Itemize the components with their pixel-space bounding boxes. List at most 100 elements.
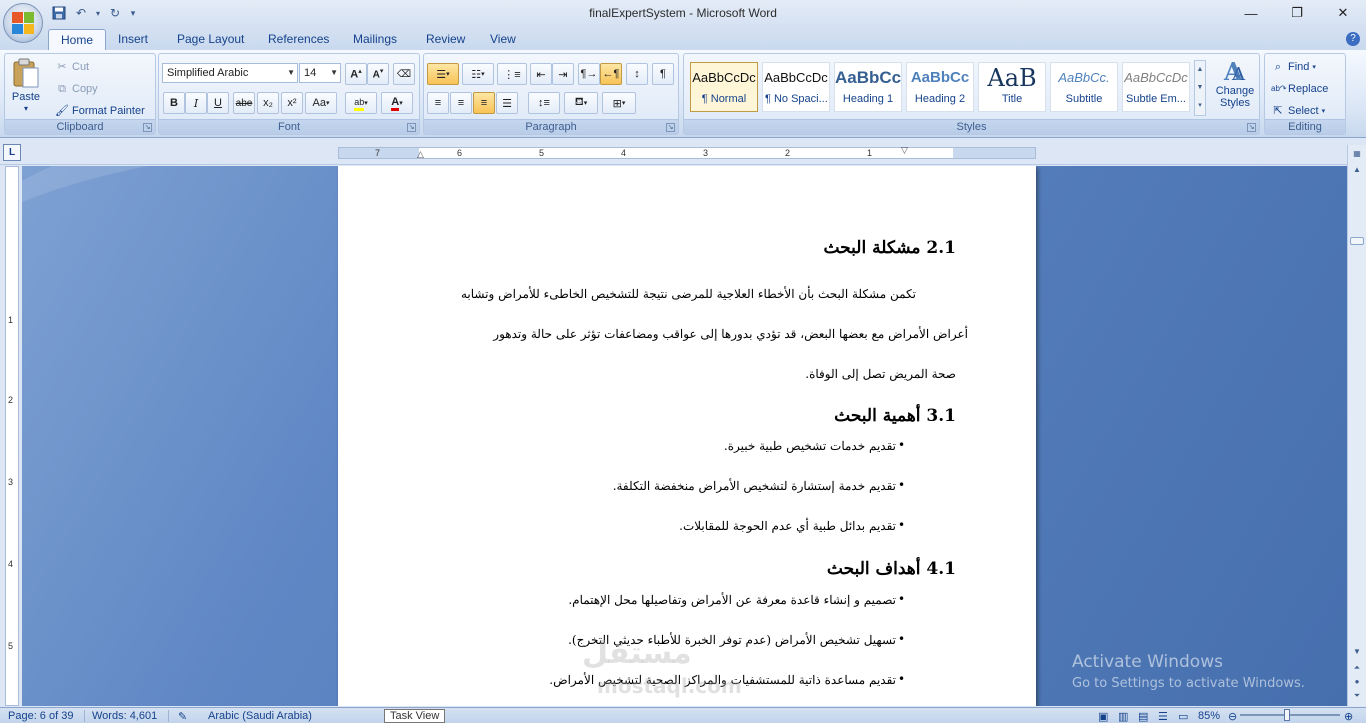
tab-view[interactable]: View (478, 29, 528, 50)
find-button[interactable]: ⌕ Find ▾ (1271, 60, 1316, 74)
cut-button[interactable]: ✂ Cut (55, 60, 89, 74)
bold-button[interactable]: B (163, 92, 185, 114)
list-item[interactable]: تسهيل تشخيص الأمراض (عدم توفر الخبرة للأ… (428, 632, 956, 648)
clear-formatting-button[interactable]: ⌫ (393, 63, 415, 85)
document-page[interactable]: 2.1 مشكلة البحث تكمن مشكلة البحث بأن الأ… (338, 166, 1036, 706)
style-subtle-emphasis[interactable]: AaBbCcDc Subtle Em... (1122, 62, 1190, 112)
clipboard-launcher-icon[interactable]: ↘ (143, 123, 152, 132)
rtl-direction-button[interactable]: ←¶ (600, 63, 622, 85)
paragraph-line[interactable]: صحة المريض تصل إلى الوفاة. (428, 366, 956, 382)
previous-page-icon[interactable]: ⏶ (1350, 661, 1364, 675)
bullets-button[interactable]: ☰ ▾ (427, 63, 459, 85)
close-button[interactable]: ✕ (1320, 0, 1366, 26)
paste-button[interactable]: Paste ▾ (11, 58, 41, 113)
vertical-scrollbar[interactable]: ▦ ▲ ▼ ⏶ ● ⏷ (1347, 145, 1366, 706)
scroll-thumb[interactable] (1350, 237, 1364, 245)
proofing-icon[interactable]: ✎ (178, 710, 187, 723)
select-button[interactable]: ⇱ Select ▾ (1271, 104, 1325, 118)
horizontal-ruler[interactable]: 7 6 5 4 3 2 1 △ ▽ (338, 145, 1036, 160)
style-heading-2[interactable]: AaBbCc Heading 2 (906, 62, 974, 112)
restore-button[interactable]: ❐ (1274, 0, 1320, 26)
subscript-button[interactable]: x₂ (257, 92, 279, 114)
decrease-indent-button[interactable]: ⇤ (530, 63, 552, 85)
style-title[interactable]: AaB Title (978, 62, 1046, 112)
justify-button[interactable]: ☰ (496, 92, 518, 114)
help-icon[interactable]: ? (1346, 32, 1360, 46)
align-left-button[interactable]: ≡ (427, 92, 449, 114)
highlight-button[interactable]: ab ▾ (345, 92, 377, 114)
page-count-status[interactable]: Page: 6 of 39 (8, 710, 73, 722)
outline-view-icon[interactable]: ☰ (1158, 710, 1168, 723)
increase-indent-button[interactable]: ⇥ (552, 63, 574, 85)
style-normal[interactable]: AaBbCcDc ¶ Normal (690, 62, 758, 112)
line-spacing-button[interactable]: ↕≡ (528, 92, 560, 114)
heading-research-importance[interactable]: 3.1 أهمية البحث (428, 406, 956, 426)
zoom-slider[interactable] (1240, 714, 1340, 716)
office-button[interactable] (3, 3, 43, 43)
list-item[interactable]: تقديم خدمات تشخيص طبية خبيرة. (428, 438, 956, 454)
full-screen-reading-icon[interactable]: ▥ (1118, 710, 1128, 723)
style-subtitle[interactable]: AaBbCc. Subtitle (1050, 62, 1118, 112)
paragraph-line[interactable]: أعراض الأمراض مع بعضها البعض، قد تؤدي بد… (444, 326, 968, 342)
list-item[interactable]: تقديم خدمة إستشارة لتشخيص الأمراض منخفضة… (428, 478, 956, 494)
left-indent-marker-icon[interactable]: △ (417, 149, 424, 160)
vertical-ruler[interactable]: 1 2 3 4 5 (5, 166, 19, 706)
font-color-button[interactable]: A ▾ (381, 92, 413, 114)
underline-button[interactable]: U (207, 92, 229, 114)
browse-object-icon[interactable]: ● (1350, 675, 1364, 689)
shrink-font-button[interactable]: A▾ (367, 63, 389, 85)
web-layout-icon[interactable]: ▤ (1138, 710, 1148, 723)
word-count-status[interactable]: Words: 4,601 (92, 710, 157, 722)
change-case-button[interactable]: Aa ▾ (305, 92, 337, 114)
format-painter-button[interactable]: 🖌 Format Painter (55, 104, 145, 118)
first-line-indent-marker-icon[interactable]: ▽ (901, 145, 908, 156)
change-styles-button[interactable]: AA Change Styles (1212, 58, 1258, 109)
style-no-spacing[interactable]: AaBbCcDc ¶ No Spaci... (762, 62, 830, 112)
zoom-out-icon[interactable]: ⊖ (1228, 710, 1237, 723)
zoom-level[interactable]: 85% (1198, 710, 1220, 722)
sort-button[interactable]: ↕ (626, 63, 648, 85)
show-formatting-button[interactable]: ¶ (652, 63, 674, 85)
minimize-button[interactable]: — (1228, 0, 1274, 26)
align-center-button[interactable]: ≡ (450, 92, 472, 114)
ltr-direction-button[interactable]: ¶→ (578, 63, 600, 85)
numbering-button[interactable]: ☷ ▾ (462, 63, 494, 85)
paragraph-launcher-icon[interactable]: ↘ (666, 123, 675, 132)
paragraph-line[interactable]: تكمن مشكلة البحث بأن الأخطاء العلاجية لل… (428, 286, 956, 302)
align-right-button[interactable]: ≡ (473, 92, 495, 114)
multilevel-list-button[interactable]: ⋮≡ (497, 63, 527, 85)
list-item[interactable]: تقديم بدائل طبية أي عدم الحوجة للمقابلات… (428, 518, 956, 534)
tab-mailings[interactable]: Mailings (341, 29, 409, 50)
copy-button[interactable]: ⧉ Copy (55, 82, 98, 96)
print-layout-view-icon[interactable]: ▣ (1098, 710, 1108, 723)
styles-launcher-icon[interactable]: ↘ (1247, 123, 1256, 132)
zoom-slider-thumb[interactable] (1284, 709, 1290, 721)
tab-review[interactable]: Review (414, 29, 477, 50)
replace-button[interactable]: ab↷ Replace (1271, 82, 1328, 96)
italic-button[interactable]: I (185, 92, 207, 114)
language-status[interactable]: Arabic (Saudi Arabia) (208, 710, 312, 722)
list-item[interactable]: تصميم و إنشاء قاعدة معرفة عن الأمراض وتف… (428, 592, 956, 608)
next-page-icon[interactable]: ⏷ (1350, 689, 1364, 703)
font-size-combo[interactable]: 14 ▼ (299, 63, 341, 83)
view-ruler-icon[interactable]: ▦ (1350, 147, 1364, 161)
zoom-in-icon[interactable]: ⊕ (1344, 710, 1353, 723)
grow-font-button[interactable]: A▴ (345, 63, 367, 85)
font-launcher-icon[interactable]: ↘ (407, 123, 416, 132)
tab-page-layout[interactable]: Page Layout (165, 29, 256, 50)
shading-button[interactable]: ⛾ ▾ (564, 92, 598, 114)
heading-research-objectives[interactable]: 4.1 أهداف البحث (428, 559, 956, 579)
styles-gallery-scroller[interactable]: ▲ ▼ ▾ (1194, 60, 1206, 116)
scroll-up-icon[interactable]: ▲ (1350, 163, 1364, 177)
tab-insert[interactable]: Insert (106, 29, 160, 50)
font-name-combo[interactable]: Simplified Arabic ▼ (162, 63, 298, 83)
heading-research-problem[interactable]: 2.1 مشكلة البحث (428, 238, 956, 258)
tab-home[interactable]: Home (48, 29, 107, 50)
superscript-button[interactable]: x² (281, 92, 303, 114)
strikethrough-button[interactable]: abe (233, 92, 255, 114)
style-heading-1[interactable]: AaBbCc Heading 1 (834, 62, 902, 112)
draft-view-icon[interactable]: ▭ (1178, 710, 1188, 723)
scroll-down-icon[interactable]: ▼ (1350, 645, 1364, 659)
tab-references[interactable]: References (256, 29, 341, 50)
tab-selector-icon[interactable]: L (3, 144, 21, 161)
